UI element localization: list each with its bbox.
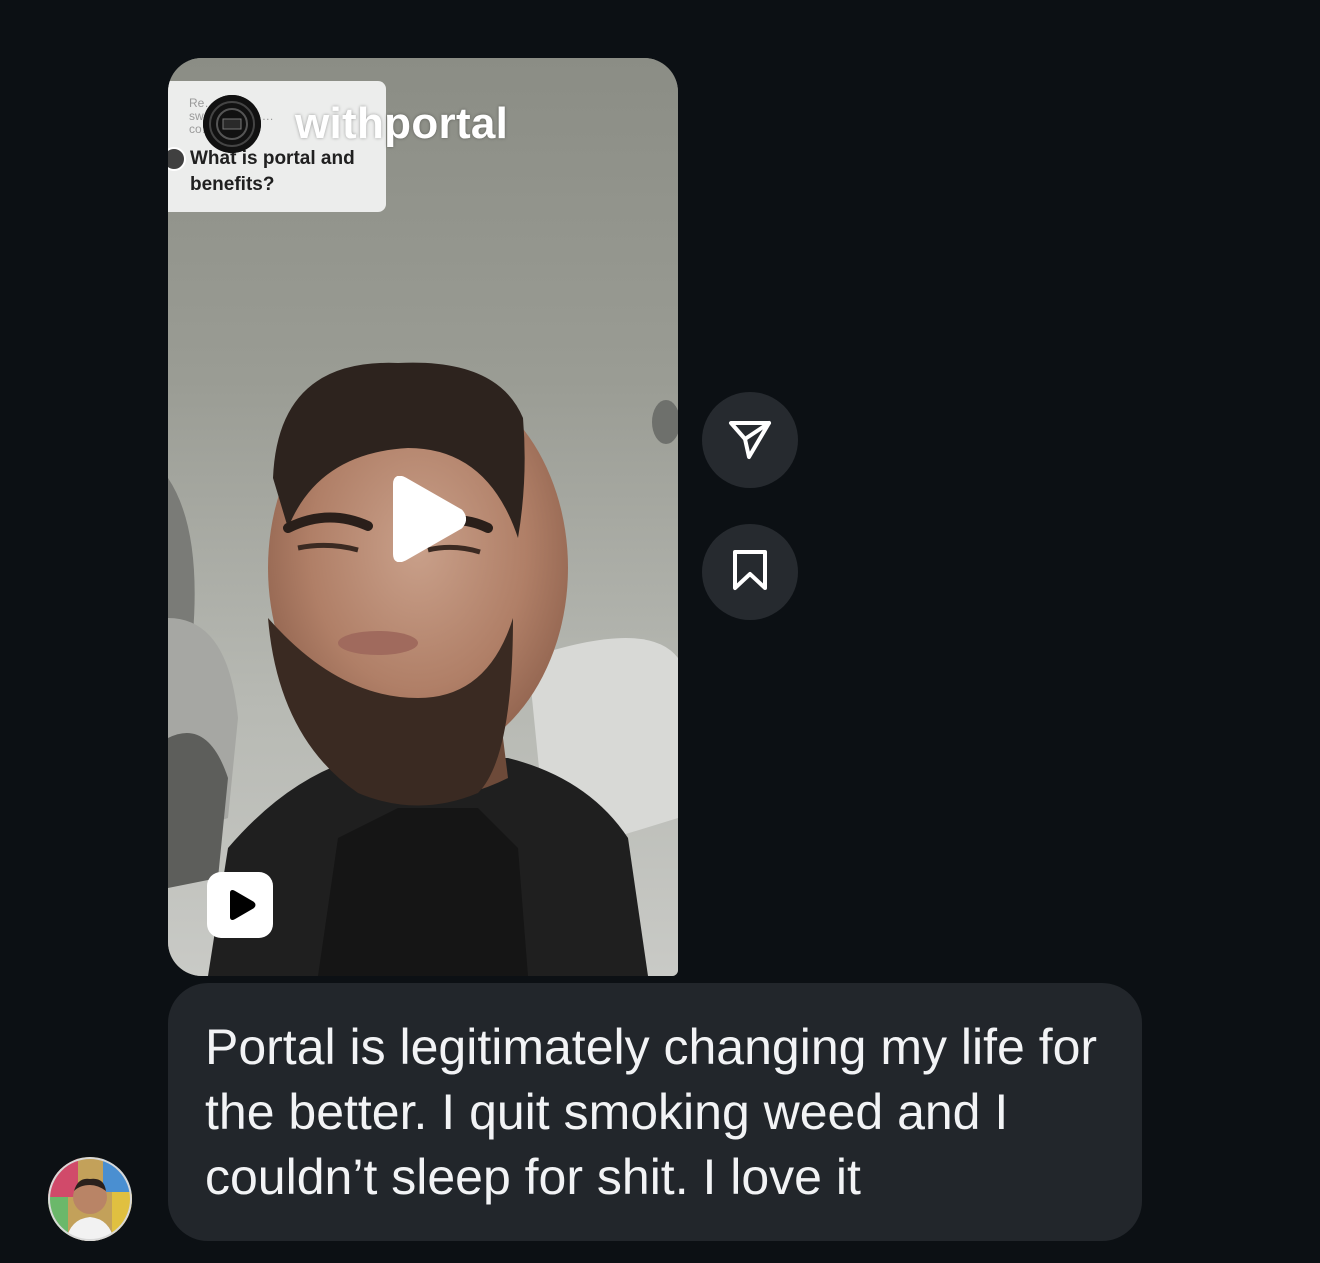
message-bubble[interactable]: Portal is legitimately changing my life … (168, 983, 1142, 1241)
play-icon[interactable] (386, 475, 466, 563)
commenter-avatar (168, 147, 186, 171)
chat-thread: Re… sw… ngon in … co… What is portal and… (0, 0, 1320, 1263)
paper-plane-icon (727, 415, 773, 466)
share-button[interactable] (702, 392, 798, 488)
bookmark-icon (730, 548, 770, 597)
author-avatar[interactable] (203, 95, 261, 153)
sender-avatar[interactable] (48, 1157, 132, 1241)
message-text: Portal is legitimately changing my life … (205, 1019, 1098, 1205)
reel-author[interactable]: withportal (203, 94, 508, 154)
author-username[interactable]: withportal (295, 99, 508, 149)
save-button[interactable] (702, 524, 798, 620)
reels-icon (207, 872, 273, 938)
shared-reel-card[interactable]: Re… sw… ngon in … co… What is portal and… (168, 58, 678, 976)
